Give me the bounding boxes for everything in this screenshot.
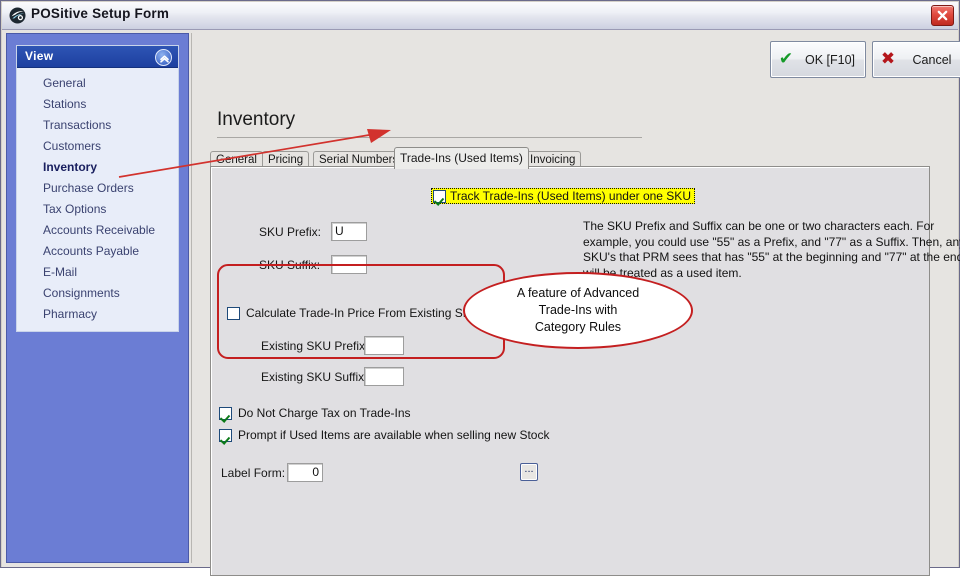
sidebar-item-consignments[interactable]: Consignments: [17, 283, 178, 304]
cancel-button-label: Cancel: [912, 52, 952, 67]
view-nav-panel: View General Stations Transactions Custo…: [16, 45, 179, 332]
title-bar: POSitive Setup Form: [2, 2, 958, 30]
sku-help-text: The SKU Prefix and Suffix can be one or …: [583, 219, 960, 280]
checkbox-box-icon: [433, 189, 446, 203]
no-tax-checkbox[interactable]: Do Not Charge Tax on Trade-Ins: [219, 406, 411, 420]
sidebar-item-transactions[interactable]: Transactions: [17, 115, 178, 136]
sidebar-item-pharmacy[interactable]: Pharmacy: [17, 304, 178, 325]
track-tradeins-label: Track Trade-Ins (Used Items) under one S…: [450, 189, 691, 203]
sidebar: View General Stations Transactions Custo…: [6, 33, 189, 563]
sidebar-item-inventory[interactable]: Inventory: [17, 157, 178, 178]
track-tradeins-checkbox[interactable]: Track Trade-Ins (Used Items) under one S…: [431, 188, 695, 204]
check-icon: ✔: [778, 49, 794, 69]
sidebar-item-accounts-receivable[interactable]: Accounts Receivable: [17, 220, 178, 241]
annotation-red-ellipse: A feature of Advanced Trade-Ins with Cat…: [463, 272, 693, 349]
checkbox-box-icon: [219, 406, 232, 420]
no-tax-label: Do Not Charge Tax on Trade-Ins: [238, 406, 411, 420]
existing-sku-prefix-input[interactable]: [364, 336, 404, 355]
tab-strip: General Pricing Serial Numbers Trade-Ins…: [210, 147, 930, 169]
checkbox-box-icon: [227, 306, 240, 320]
page-title: Inventory: [217, 109, 296, 130]
sidebar-item-stations[interactable]: Stations: [17, 94, 178, 115]
title-divider: [217, 137, 642, 138]
setup-form-window: POSitive Setup Form View General Station…: [0, 0, 960, 576]
tab-panel-trade-ins: Track Trade-Ins (Used Items) under one S…: [210, 166, 960, 576]
existing-sku-suffix-input[interactable]: [364, 367, 404, 386]
cancel-button[interactable]: ✖ Cancel: [872, 41, 960, 78]
label-form-browse-button[interactable]: ...: [520, 463, 538, 481]
sidebar-item-customers[interactable]: Customers: [17, 136, 178, 157]
label-form-label: Label Form:: [221, 466, 286, 480]
sidebar-item-general[interactable]: General: [17, 73, 178, 94]
tab-trade-ins[interactable]: Trade-Ins (Used Items): [394, 147, 529, 169]
sku-suffix-input[interactable]: [331, 255, 367, 274]
existing-sku-prefix-label: Existing SKU Prefix:: [261, 339, 369, 353]
checkbox-box-icon: [219, 428, 232, 442]
chevron-up-circle-icon[interactable]: [155, 49, 172, 66]
calculate-price-label: Calculate Trade-In Price From Existing S…: [246, 306, 480, 320]
sku-prefix-label: SKU Prefix:: [259, 225, 322, 239]
prompt-used-label: Prompt if Used Items are available when …: [238, 428, 550, 442]
view-nav-header: View: [17, 46, 178, 68]
prompt-used-checkbox[interactable]: Prompt if Used Items are available when …: [219, 428, 549, 442]
dialog-button-strip: ✔ OK [F10] ✖ Cancel: [192, 31, 960, 78]
app-logo-icon: [9, 7, 26, 24]
sidebar-item-accounts-payable[interactable]: Accounts Payable: [17, 241, 178, 262]
ok-button[interactable]: ✔ OK [F10]: [770, 41, 866, 78]
view-nav-list: General Stations Transactions Customers …: [17, 68, 178, 331]
window-title: POSitive Setup Form: [31, 6, 170, 21]
annotation-callout-text: A feature of Advanced Trade-Ins with Cat…: [516, 286, 640, 334]
sku-prefix-input[interactable]: U: [331, 222, 367, 241]
sku-suffix-label: SKU Suffix:: [259, 258, 321, 272]
sidebar-item-tax-options[interactable]: Tax Options: [17, 199, 178, 220]
label-form-input[interactable]: 0: [287, 463, 323, 482]
close-icon[interactable]: [931, 5, 954, 26]
existing-sku-suffix-label: Existing SKU Suffix:: [261, 370, 368, 384]
view-nav-title: View: [25, 49, 54, 63]
calculate-price-checkbox[interactable]: Calculate Trade-In Price From Existing S…: [227, 306, 479, 320]
x-icon: ✖: [880, 49, 896, 69]
sidebar-item-email[interactable]: E-Mail: [17, 262, 178, 283]
sidebar-item-purchase-orders[interactable]: Purchase Orders: [17, 178, 178, 199]
ok-button-label: OK [F10]: [804, 52, 856, 67]
